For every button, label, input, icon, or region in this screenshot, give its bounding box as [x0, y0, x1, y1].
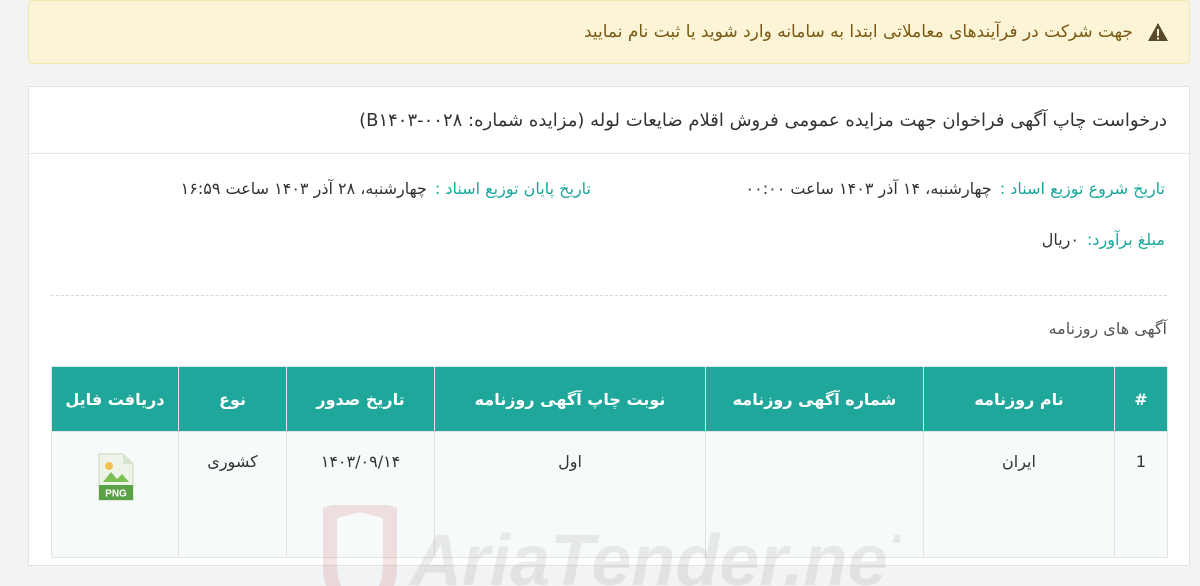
start-date-field: تاریخ شروع توزیع اسناد : چهارشنبه، ۱۴ آذ…: [746, 179, 1165, 198]
col-issue-date: تاریخ صدور: [286, 366, 435, 432]
col-download: دریافت فایل: [51, 366, 179, 432]
cell-ad-number: [705, 431, 924, 558]
tender-card: درخواست چاپ آگهی فراخوان جهت مزایده عموم…: [28, 86, 1190, 566]
alert-text: جهت شرکت در فرآیندهای معاملاتی ابتدا به …: [583, 22, 1133, 42]
card-title: درخواست چاپ آگهی فراخوان جهت مزایده عموم…: [29, 87, 1189, 154]
warning-icon: [1148, 23, 1168, 41]
table-row: 1 ایران اول ۱۴۰۳/۰۹/۱۴ کشوری PNG: [51, 431, 1168, 558]
end-date-value: چهارشنبه، ۲۸ آذر ۱۴۰۳ ساعت ۱۶:۵۹: [180, 179, 427, 198]
newspaper-table: # نام روزنامه شماره آگهی روزنامه نوبت چا…: [51, 366, 1168, 558]
end-date-label: تاریخ پایان توزیع اسناد :: [434, 179, 591, 198]
col-type: نوع: [178, 366, 287, 432]
cell-newspaper: ایران: [923, 431, 1115, 558]
dates-row: تاریخ شروع توزیع اسناد : چهارشنبه، ۱۴ آذ…: [53, 179, 1165, 209]
start-date-value: چهارشنبه، ۱۴ آذر ۱۴۰۳ ساعت ۰۰:۰۰: [745, 179, 992, 198]
end-date-field: تاریخ پایان توزیع اسناد : چهارشنبه، ۲۸ آ…: [181, 179, 591, 198]
start-date-label: تاریخ شروع توزیع اسناد :: [999, 179, 1165, 198]
divider: [51, 295, 1167, 296]
cell-download: PNG: [51, 431, 179, 558]
section-title: آگهی های روزنامه: [1048, 319, 1167, 338]
amount-field: مبلغ برآورد: ۰ریال: [1042, 230, 1165, 249]
col-number: #: [1114, 366, 1168, 432]
cell-type: کشوری: [178, 431, 287, 558]
col-newspaper: نام روزنامه: [923, 366, 1115, 432]
table-header-row: # نام روزنامه شماره آگهی روزنامه نوبت چا…: [51, 366, 1168, 432]
col-print-turn: نوبت چاپ آگهی روزنامه: [434, 366, 706, 432]
cell-issue-date: ۱۴۰۳/۰۹/۱۴: [286, 431, 435, 558]
cell-print-turn: اول: [434, 431, 706, 558]
png-file-label: PNG: [105, 489, 127, 500]
login-alert: جهت شرکت در فرآیندهای معاملاتی ابتدا به …: [28, 0, 1190, 64]
amount-label: مبلغ برآورد:: [1087, 230, 1165, 249]
col-ad-number: شماره آگهی روزنامه: [705, 366, 924, 432]
cell-number: 1: [1114, 431, 1168, 558]
amount-value: ۰ریال: [1041, 230, 1079, 249]
png-file-icon[interactable]: PNG: [95, 452, 135, 502]
